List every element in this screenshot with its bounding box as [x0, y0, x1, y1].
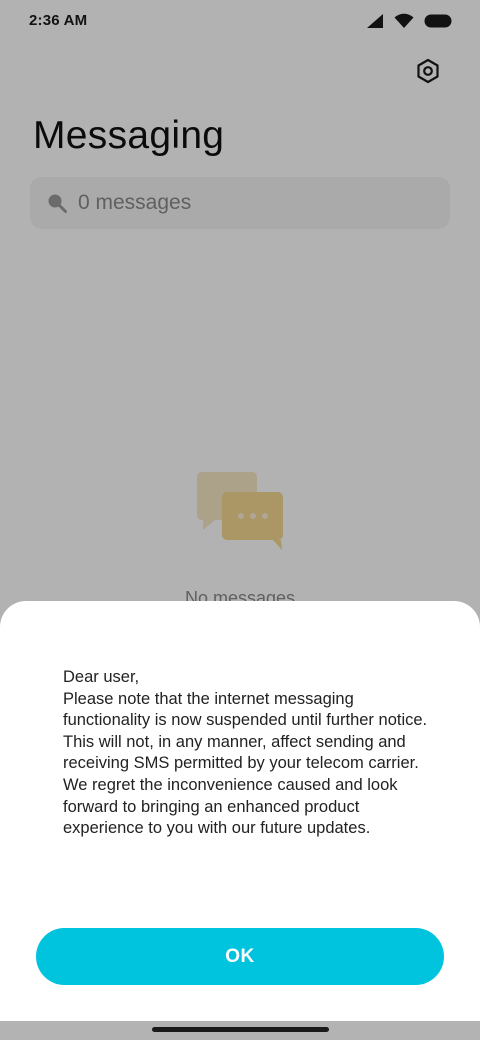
- dialog-message: Dear user, Please note that the internet…: [63, 667, 435, 840]
- dialog-greeting: Dear user,: [63, 668, 140, 686]
- ok-button[interactable]: OK: [36, 928, 444, 985]
- notice-dialog: Dear user, Please note that the internet…: [0, 601, 480, 1021]
- dialog-body: Please note that the internet messaging …: [63, 689, 428, 838]
- home-indicator[interactable]: [152, 1027, 329, 1032]
